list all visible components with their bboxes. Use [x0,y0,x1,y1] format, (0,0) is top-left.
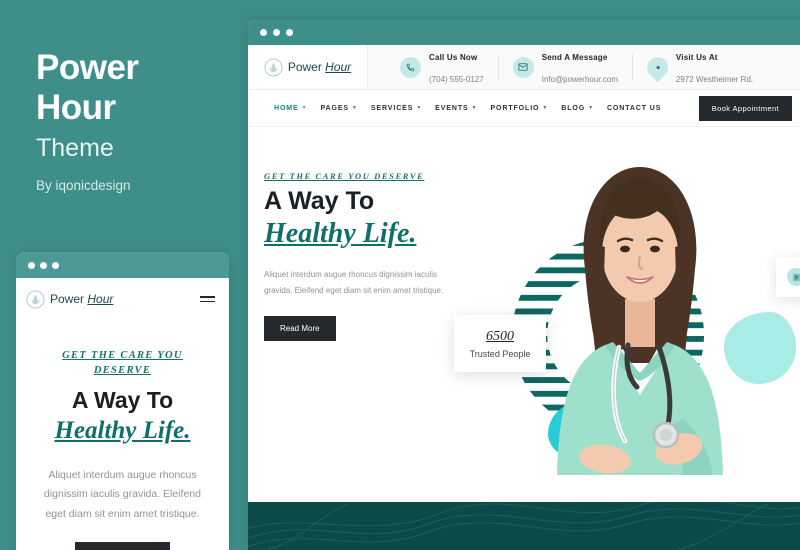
nav-item-events[interactable]: EVENTS ▼ [435,105,477,112]
nav-item-portfolio[interactable]: PORTFOLIO ▼ [490,105,548,112]
hero-heading-line1: A Way To [264,187,375,215]
chevron-down-icon: ▼ [471,105,478,111]
window-dot-icon [286,29,293,36]
nav-item-pages[interactable]: PAGES ▼ [320,105,357,112]
map-pin-icon [642,52,673,82]
contact-value: Info@powerhour.com [541,75,618,84]
window-dot-icon [260,29,267,36]
nav-item-services[interactable]: SERVICES ▼ [371,105,422,112]
site-topbar: Power Hour Call Us Now (704) 555-0127 Se… [248,45,800,90]
hero-copy: GET THE CARE YOU DESERVE A Way To Health… [264,171,464,341]
chevron-down-icon: ▼ [588,105,594,111]
hero-heading-line2: Healthy Life. [264,217,417,249]
phone-icon [400,56,421,78]
hero-read-more-button[interactable]: Read More [264,315,336,341]
hamburger-menu-icon[interactable] [200,295,215,303]
site-navbar: HOME ▼ PAGES ▼ SERVICES ▼ EVENTS ▼ PORTFOLIO… [248,90,800,127]
book-appointment-button[interactable]: Book Appointment [698,95,792,121]
trusted-people-stat-card: 6500 Trusted People [454,315,546,372]
hero-section: GET THE CARE YOU DESERVE A Way To Health… [248,127,800,475]
envelope-icon [512,56,534,78]
mobile-logo[interactable]: Power Hour [26,290,113,309]
site-logo-text: Power Hour [287,60,352,74]
window-dot-icon [40,261,47,269]
medical-report-float-card [776,257,800,297]
nav-item-blog[interactable]: BLOG ▼ [561,105,594,112]
promo-title-line2: Hour [36,88,116,128]
lotus-logo-icon [26,290,45,308]
promo-panel: Power Hour Theme By iqonicdesign Power H… [0,0,240,550]
mobile-hero-heading-line1: A Way To [71,387,174,414]
window-dot-icon [52,261,59,269]
doctor-photo [557,167,723,475]
contact-visit-us-at[interactable]: Visit Us At 2972 Westheimer Rd. [631,52,767,84]
chevron-down-icon: ▼ [416,105,423,111]
hero-eyebrow: GET THE CARE YOU DESERVE [264,171,425,181]
mobile-read-more-button[interactable]: Read More [75,542,170,550]
contact-title: Send A Message [541,53,608,63]
main-navigation: HOME ▼ PAGES ▼ SERVICES ▼ EVENTS ▼ PORTFOLIO… [274,105,699,112]
contact-title: Visit Us At [675,53,718,63]
contact-value: (704) 555-0127 [429,75,484,84]
contact-list: Call Us Now (704) 555-0127 Send A Messag… [368,45,800,89]
contact-call-us-now[interactable]: Call Us Now (704) 555-0127 [386,53,498,84]
promo-subtitle: Theme [36,134,114,162]
medical-report-icon [787,268,800,286]
site-logo[interactable]: Power Hour [248,45,368,89]
contact-title: Call Us Now [429,53,478,63]
mobile-browser-chrome [16,252,229,278]
mobile-hero: GET THE CARE YOU DESERVE A Way To Health… [16,320,229,550]
mobile-mockup: Power Hour GET THE CARE YOU DESERVE A Wa… [16,252,229,550]
chevron-down-icon: ▼ [351,105,358,111]
mobile-hero-paragraph: Aliquet interdum augue rhoncus dignissim… [44,468,201,520]
desktop-mockup: Power Hour Call Us Now (704) 555-0127 Se… [248,20,800,550]
hero-paragraph: Aliquet interdum augue rhoncus dignissim… [264,270,444,295]
desktop-browser-chrome [248,20,800,45]
chevron-down-icon: ▼ [542,105,549,111]
dark-section-band [248,502,800,550]
promo-byline: By iqonicdesign [36,178,131,193]
contact-send-a-message[interactable]: Send A Message Info@powerhour.com [497,53,632,84]
topographic-pattern [248,502,800,550]
chevron-down-icon: ▼ [301,105,308,111]
promo-title-line1: Power [36,48,139,87]
lotus-logo-icon [264,58,283,76]
mobile-logo-text: Power Hour [50,292,114,306]
mobile-hero-heading-line2: Healthy Life. [54,416,191,444]
mobile-hero-eyebrow: GET THE CARE YOU DESERVE [62,350,183,377]
window-dot-icon [273,29,280,36]
contact-value: 2972 Westheimer Rd. [675,75,754,84]
window-dot-icon [28,261,35,269]
stat-number: 6500 [486,328,514,344]
stat-label: Trusted People [469,348,531,359]
nav-item-home[interactable]: HOME ▼ [274,105,307,112]
nav-item-contact-us[interactable]: CONTACT US [607,105,661,112]
promo-title: Power Hour [36,48,236,129]
mobile-header: Power Hour [16,278,229,320]
